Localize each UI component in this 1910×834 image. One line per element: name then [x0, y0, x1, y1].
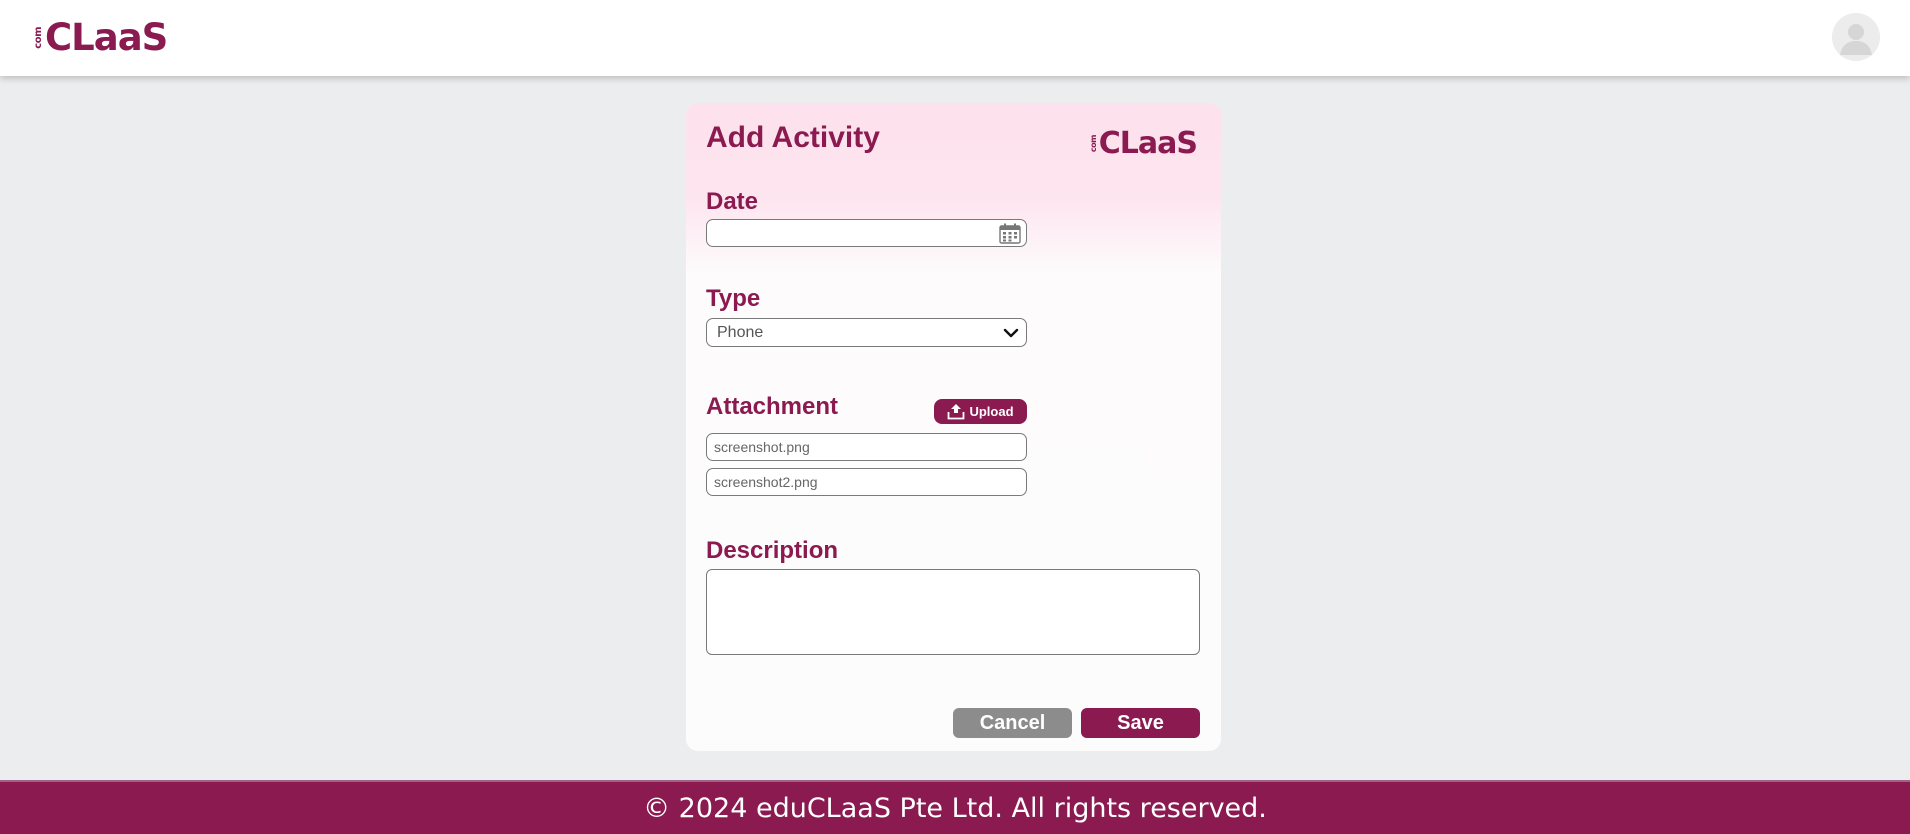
type-select[interactable]: Phone: [706, 318, 1027, 347]
logo-wordmark: CLaaS: [45, 16, 168, 59]
upload-icon: [948, 404, 965, 420]
logo-prefix: com: [33, 27, 44, 49]
upload-button-label: Upload: [969, 404, 1014, 419]
type-label: Type: [706, 285, 761, 312]
save-button[interactable]: Save: [1081, 708, 1200, 738]
brand-logo[interactable]: com CLaaS: [33, 16, 168, 59]
card-logo: com CLaaS: [1088, 126, 1198, 161]
copyright-text: © 2024 eduCLaaS Pte Ltd. All rights rese…: [643, 792, 1267, 824]
card-logo-wordmark: CLaaS: [1098, 126, 1198, 161]
card-logo-prefix: com: [1088, 135, 1098, 153]
attachment-file-name: screenshot2.png: [714, 474, 818, 490]
attachment-file-name: screenshot.png: [714, 439, 810, 455]
top-navbar: com CLaaS: [0, 0, 1910, 76]
footer: © 2024 eduCLaaS Pte Ltd. All rights rese…: [0, 780, 1910, 834]
page-title: Add Activity: [706, 121, 880, 154]
attachment-label: Attachment: [706, 393, 839, 420]
description-textarea[interactable]: [706, 569, 1200, 655]
attachment-file-2[interactable]: screenshot2.png: [706, 468, 1027, 496]
attachment-file-1[interactable]: screenshot.png: [706, 433, 1027, 461]
calendar-icon[interactable]: [999, 223, 1021, 244]
date-input[interactable]: [706, 219, 1027, 247]
description-label: Description: [706, 537, 839, 564]
type-selected-value: Phone: [717, 324, 764, 341]
cancel-button[interactable]: Cancel: [953, 708, 1072, 738]
chevron-down-icon: [1003, 328, 1019, 338]
user-avatar-icon[interactable]: [1832, 13, 1880, 61]
upload-button[interactable]: Upload: [934, 399, 1027, 424]
date-label: Date: [706, 188, 759, 215]
add-activity-card: Add Activity com CLaaS Date Type Phone A…: [686, 103, 1221, 751]
